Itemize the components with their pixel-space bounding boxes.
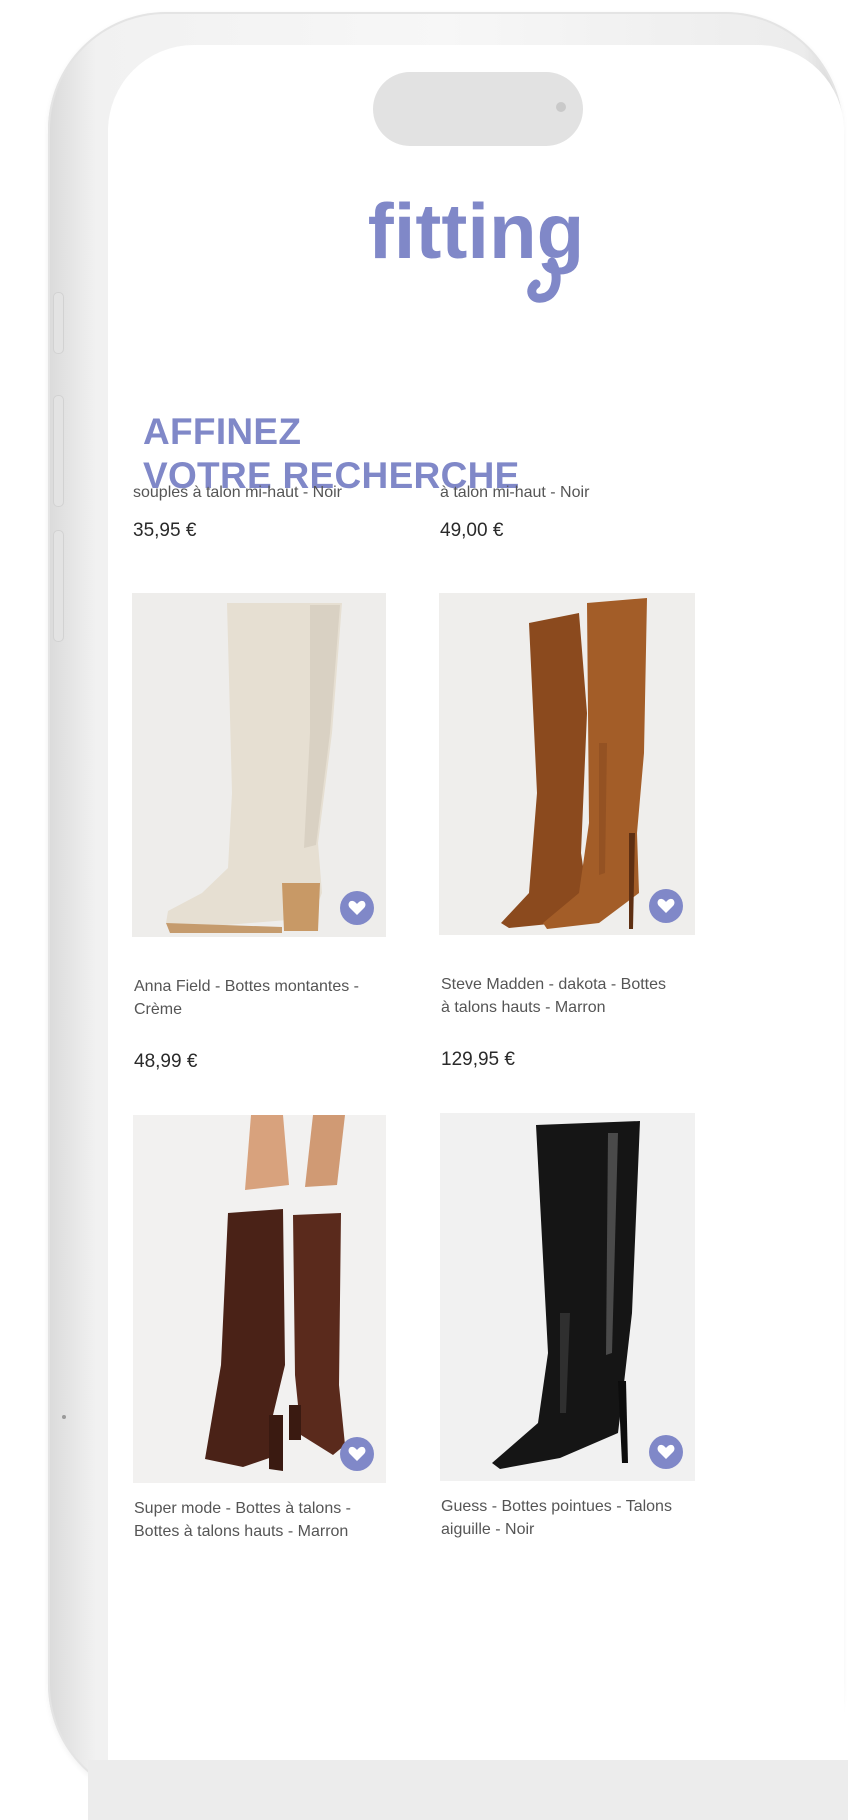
product-image[interactable] (132, 593, 386, 937)
product-price: 129,95 € (441, 1049, 515, 1070)
product-name-line-1: Super mode - Bottes à talons - (134, 1500, 351, 1517)
cream-boot-illustration (132, 593, 386, 937)
phone-bottom-bezel (88, 1760, 848, 1820)
product-name: souples à talon mi-haut - Noir (133, 484, 342, 501)
phone-sensor-dot (62, 1415, 66, 1419)
heading-line-1: AFFINEZ (143, 411, 302, 452)
list-item[interactable]: Super mode - Bottes à talons - Bottes à … (134, 1497, 404, 1543)
heart-icon (657, 898, 675, 913)
product-price: 49,00 € (440, 520, 504, 541)
black-patent-boot-illustration (440, 1113, 695, 1481)
product-image[interactable] (133, 1115, 386, 1483)
favorite-button[interactable] (649, 1435, 683, 1469)
list-item[interactable]: Guess - Bottes pointues - Talons aiguill… (441, 1495, 711, 1541)
heart-icon (348, 1446, 366, 1461)
favorite-button[interactable] (340, 891, 374, 925)
dynamic-island (373, 72, 583, 146)
product-name-line-2: aiguille - Noir (441, 1521, 535, 1538)
list-item[interactable]: Steve Madden - dakota - Bottes à talons … (441, 973, 711, 1071)
product-name: à talon mi-haut - Noir (440, 484, 590, 501)
phone-volume-up-button (53, 395, 64, 507)
camera-icon (556, 102, 566, 112)
product-price: 35,95 € (133, 520, 197, 541)
app-screen: fitting AFFINEZ VOTRE RECHERCHE souples … (108, 45, 844, 1775)
product-image[interactable] (439, 593, 695, 935)
phone-volume-down-button (53, 530, 64, 642)
heart-icon (348, 900, 366, 915)
brown-suede-boots-illustration (439, 593, 695, 935)
list-item[interactable]: souples à talon mi-haut - Noir 35,95 € (133, 481, 433, 542)
product-name-line-2: Crème (134, 1001, 183, 1018)
favorite-button[interactable] (340, 1437, 374, 1471)
product-name-line-1: Guess - Bottes pointues - Talons (441, 1498, 672, 1515)
phone-action-button (53, 292, 64, 354)
brown-croc-boots-illustration (133, 1115, 386, 1483)
product-name-line-2: à talons hauts - Marron (441, 999, 606, 1016)
brand-logo[interactable]: fitting (108, 170, 844, 310)
product-name-line-2: Bottes à talons hauts - Marron (134, 1523, 349, 1540)
favorite-button[interactable] (649, 889, 683, 923)
list-item[interactable]: à talon mi-haut - Noir 49,00 € (440, 481, 740, 542)
product-name-line-1: Anna Field - Bottes montantes - (134, 978, 359, 995)
product-price: 48,99 € (134, 1051, 198, 1072)
product-name-line-1: Steve Madden - dakota - Bottes (441, 976, 667, 993)
product-image[interactable] (440, 1113, 695, 1481)
list-item[interactable]: Anna Field - Bottes montantes - Crème 48… (134, 975, 434, 1073)
heart-icon (657, 1444, 675, 1459)
